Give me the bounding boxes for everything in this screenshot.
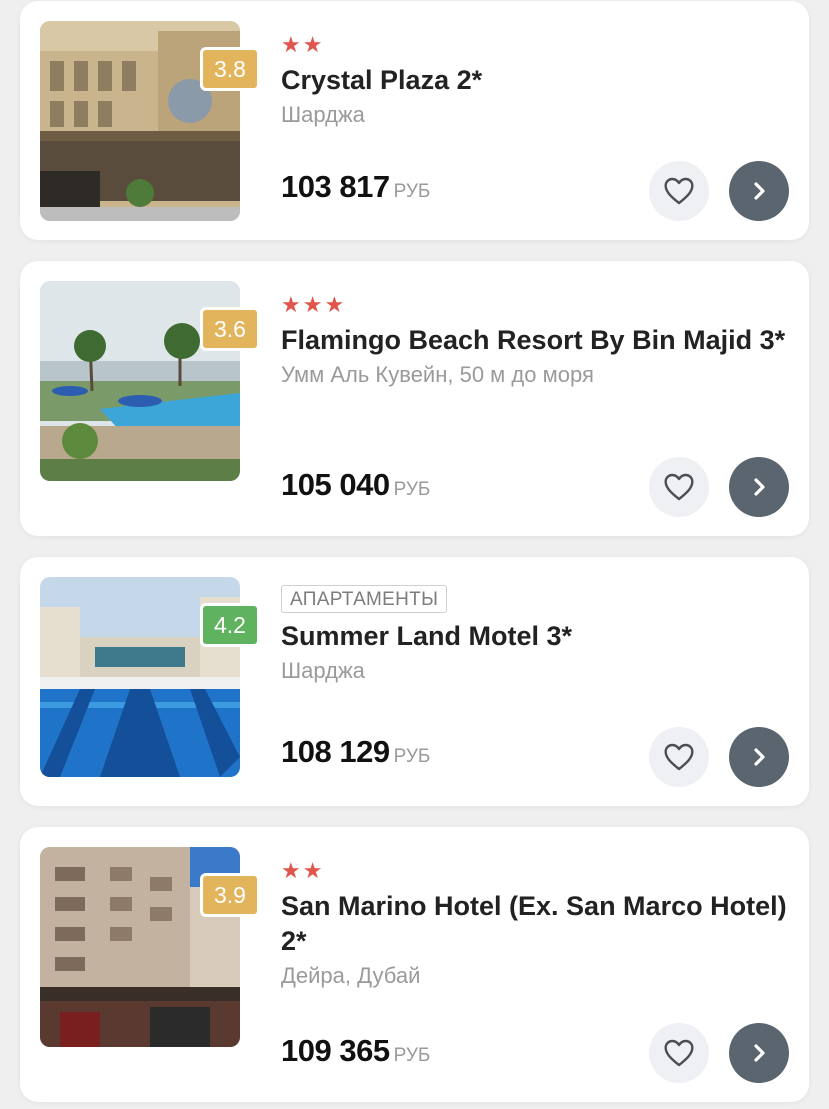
hotel-name[interactable]: San Marino Hotel (Ex. San Marco Hotel) 2…	[281, 889, 791, 959]
hotel-card[interactable]: 4.2 АПАРТАМЕНТЫ Summer Land Motel 3* Шар…	[20, 557, 809, 806]
hotel-name[interactable]: Flamingo Beach Resort By Bin Majid 3*	[281, 323, 791, 358]
price-currency: РУБ	[393, 181, 431, 202]
open-hotel-button[interactable]	[729, 1023, 789, 1083]
price-value: 109 365	[281, 1033, 390, 1068]
chevron-right-icon	[754, 182, 765, 200]
price-value: 105 040	[281, 467, 390, 502]
open-hotel-button[interactable]	[729, 161, 789, 221]
hotel-info: АПАРТАМЕНТЫ Summer Land Motel 3* Шарджа	[281, 585, 791, 687]
chevron-right-icon	[754, 748, 765, 766]
price-currency: РУБ	[393, 1045, 431, 1066]
heart-icon	[664, 473, 694, 501]
hotel-list: 3.8 ★★ Crystal Plaza 2* Шарджа 103 817 РУ…	[0, 0, 829, 1109]
rating-badge: 3.6	[200, 307, 260, 351]
rating-badge: 4.2	[200, 603, 260, 647]
hotel-price: 103 817 РУБ	[281, 169, 430, 205]
price-currency: РУБ	[393, 746, 431, 767]
hotel-card[interactable]: 3.9 ★★ San Marino Hotel (Ex. San Marco H…	[20, 827, 809, 1102]
price-value: 103 817	[281, 169, 390, 204]
star-rating-icon: ★★	[281, 858, 325, 883]
favorite-button[interactable]	[649, 727, 709, 787]
hotel-card[interactable]: 3.6 ★★★ Flamingo Beach Resort By Bin Maj…	[20, 261, 809, 536]
open-hotel-button[interactable]	[729, 457, 789, 517]
hotel-info: ★★ Crystal Plaza 2* Шарджа	[281, 33, 791, 131]
heart-icon	[664, 1039, 694, 1067]
chevron-right-icon	[754, 478, 765, 496]
heart-icon	[664, 743, 694, 771]
rating-badge: 3.8	[200, 47, 260, 91]
hotel-location: Шарджа	[281, 102, 365, 127]
hotel-location: Дейра, Дубай	[281, 963, 421, 988]
hotel-info: ★★ San Marino Hotel (Ex. San Marco Hotel…	[281, 859, 791, 992]
property-type-tag: АПАРТАМЕНТЫ	[281, 585, 448, 613]
hotel-name[interactable]: Summer Land Motel 3*	[281, 619, 791, 654]
hotel-location: Шарджа	[281, 658, 365, 683]
hotel-info: ★★★ Flamingo Beach Resort By Bin Majid 3…	[281, 293, 791, 391]
star-rating-icon: ★★★	[281, 292, 347, 317]
hotel-card[interactable]: 3.8 ★★ Crystal Plaza 2* Шарджа 103 817 РУ…	[20, 1, 809, 240]
favorite-button[interactable]	[649, 161, 709, 221]
favorite-button[interactable]	[649, 1023, 709, 1083]
chevron-right-icon	[754, 1044, 765, 1062]
hotel-name[interactable]: Crystal Plaza 2*	[281, 63, 791, 98]
favorite-button[interactable]	[649, 457, 709, 517]
heart-icon	[664, 177, 694, 205]
hotel-price: 105 040 РУБ	[281, 467, 430, 503]
star-rating-icon: ★★	[281, 32, 325, 57]
hotel-location: Умм Аль Кувейн, 50 м до моря	[281, 362, 594, 387]
price-currency: РУБ	[393, 479, 431, 500]
hotel-price: 109 365 РУБ	[281, 1033, 430, 1069]
open-hotel-button[interactable]	[729, 727, 789, 787]
hotel-price: 108 129 РУБ	[281, 734, 430, 770]
rating-badge: 3.9	[200, 873, 260, 917]
price-value: 108 129	[281, 734, 390, 769]
